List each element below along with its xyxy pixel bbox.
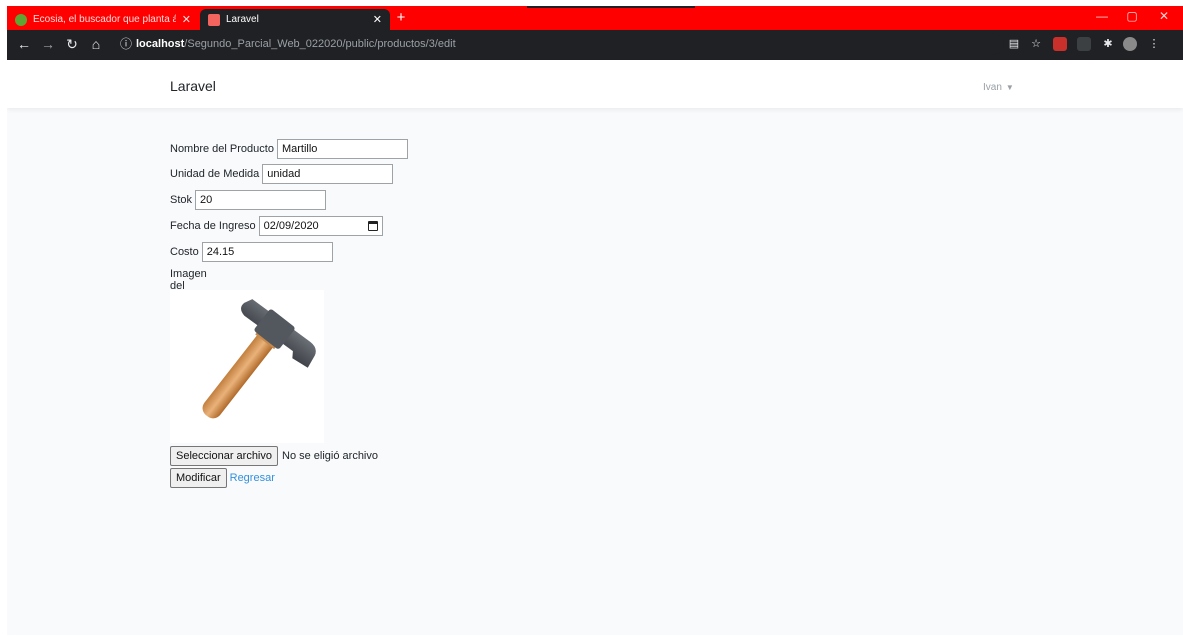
tab-strip-divider: [527, 6, 695, 8]
forward-arrow-icon[interactable]: →: [39, 36, 57, 52]
star-icon[interactable]: ☆: [1029, 37, 1043, 51]
fecha-label: Fecha de Ingreso: [170, 220, 256, 232]
actions-row: Modificar Regresar: [170, 468, 275, 488]
address-bar[interactable]: ⓘ localhost/Segundo_Parcial_Web_022020/p…: [114, 33, 1004, 55]
choose-file-button[interactable]: Seleccionar archivo: [170, 446, 278, 466]
close-icon[interactable]: ✕: [373, 13, 382, 26]
close-icon[interactable]: ✕: [182, 13, 191, 26]
ecosia-favicon-icon: [15, 13, 27, 26]
avatar[interactable]: [1123, 37, 1137, 51]
extension-icon[interactable]: [1077, 37, 1091, 51]
laravel-favicon-icon: [208, 13, 220, 26]
caret-down-icon: ▼: [1005, 83, 1014, 92]
unidad-input[interactable]: unidad: [262, 164, 394, 184]
tab-ecosia[interactable]: Ecosia, el buscador que planta á ✕: [7, 9, 199, 30]
costo-row: Costo 24.15: [170, 242, 333, 262]
fecha-row: Fecha de Ingreso 02/09/2020: [170, 216, 383, 236]
translate-icon[interactable]: ▤: [1007, 37, 1021, 51]
nombre-input[interactable]: Martillo: [276, 139, 408, 159]
product-image: [170, 290, 324, 443]
navbar-brand[interactable]: Laravel: [170, 78, 216, 94]
back-link[interactable]: Regresar: [230, 472, 275, 484]
stok-input[interactable]: 20: [195, 190, 327, 210]
fecha-input[interactable]: 02/09/2020: [258, 216, 383, 236]
minimize-icon[interactable]: —: [1091, 9, 1113, 23]
pdf-extension-icon[interactable]: [1053, 37, 1067, 51]
new-tab-button[interactable]: +: [392, 9, 410, 26]
unidad-label: Unidad de Medida: [170, 168, 260, 180]
costo-label: Costo: [170, 246, 199, 258]
unidad-row: Unidad de Medida unidad: [170, 164, 394, 184]
browser-toolbar: ← → ↻ ⌂ ⓘ localhost/Segundo_Parcial_Web_…: [7, 30, 1183, 60]
hammer-icon: [202, 299, 316, 419]
tab-title: Ecosia, el buscador que planta á: [33, 14, 176, 25]
costo-input[interactable]: 24.15: [201, 242, 333, 262]
info-icon[interactable]: ⓘ: [120, 33, 132, 55]
tab-title: Laravel: [226, 14, 259, 25]
modify-button[interactable]: Modificar: [170, 468, 227, 488]
puzzle-icon[interactable]: ✱: [1101, 37, 1115, 51]
tab-strip: Ecosia, el buscador que planta á ✕ Larav…: [7, 6, 1183, 30]
back-arrow-icon[interactable]: ←: [15, 36, 33, 52]
file-status: No se eligió archivo: [282, 450, 378, 462]
nombre-row: Nombre del Producto Martillo: [170, 139, 408, 159]
stok-label: Stok: [170, 194, 193, 206]
home-icon[interactable]: ⌂: [87, 36, 105, 52]
app-navbar: Laravel Ivan ▼: [7, 60, 1183, 108]
nombre-label: Nombre del Producto: [170, 143, 274, 155]
browser-window: Ecosia, el buscador que planta á ✕ Larav…: [7, 6, 1183, 635]
address-url: localhost/Segundo_Parcial_Web_022020/pub…: [136, 38, 456, 50]
reload-icon[interactable]: ↻: [63, 36, 81, 53]
user-dropdown[interactable]: Ivan ▼: [983, 82, 1014, 93]
maximize-icon[interactable]: ▢: [1121, 9, 1143, 23]
file-row: Seleccionar archivo No se eligió archivo: [170, 446, 378, 466]
tab-laravel[interactable]: Laravel ✕: [200, 9, 390, 30]
calendar-icon[interactable]: [367, 221, 378, 231]
close-window-icon[interactable]: ✕: [1153, 9, 1175, 23]
fecha-value: 02/09/2020: [263, 220, 319, 232]
menu-icon[interactable]: ⋮: [1147, 37, 1161, 51]
stok-row: Stok 20: [170, 190, 327, 210]
